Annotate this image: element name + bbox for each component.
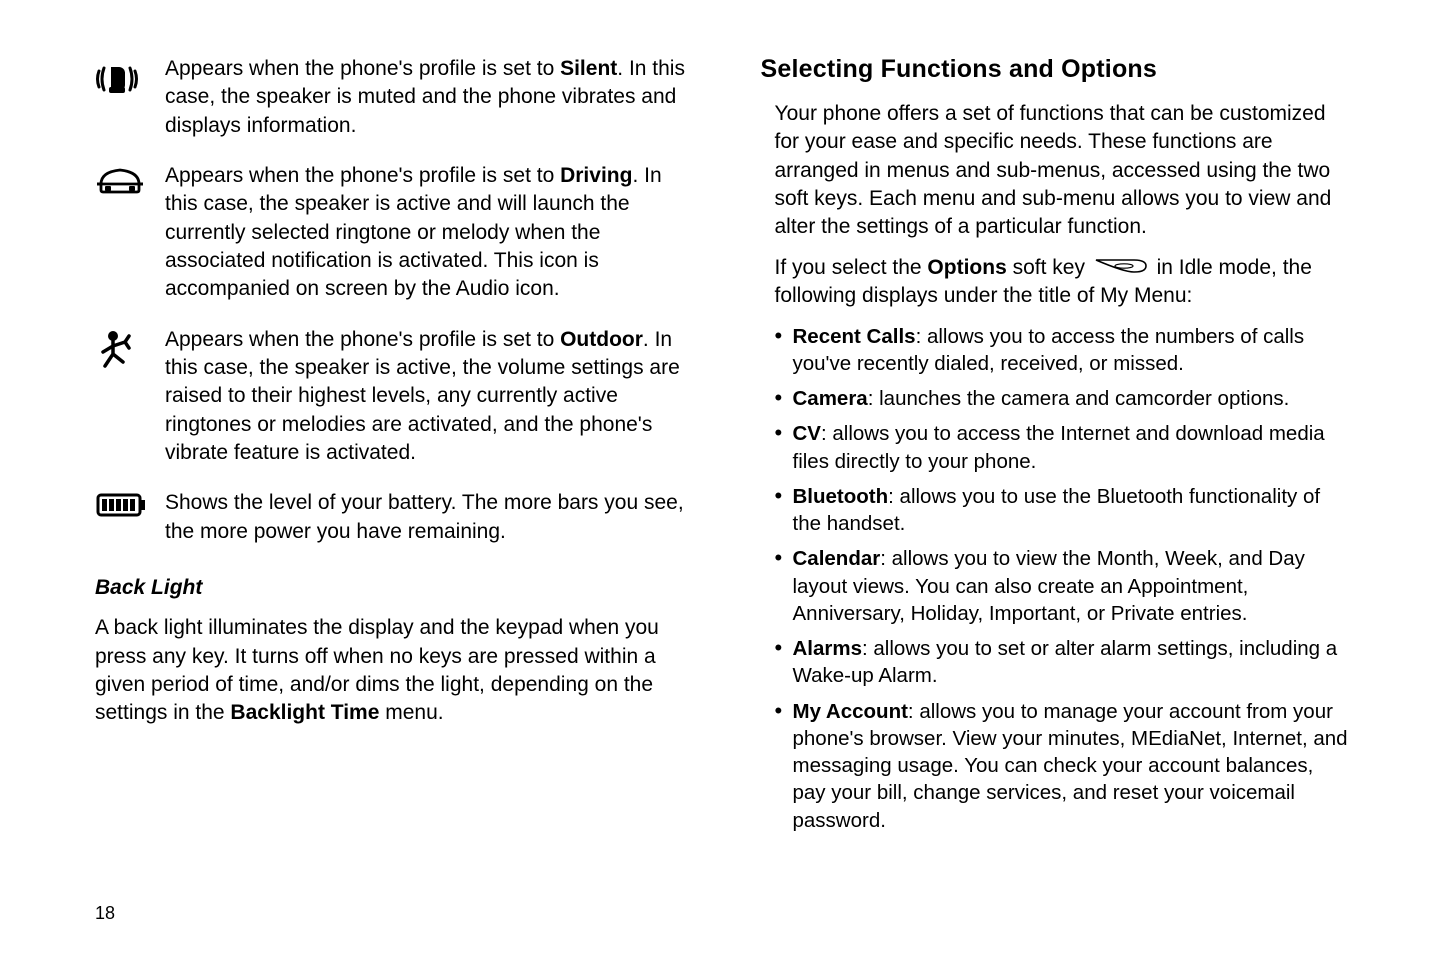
text: soft key	[1007, 256, 1091, 279]
right-column: Selecting Functions and Options Your pho…	[761, 55, 1352, 924]
backlight-paragraph: A back light illuminates the display and…	[95, 614, 686, 727]
icon-row-battery: Shows the level of your battery. The mor…	[95, 489, 686, 546]
bold: Backlight Time	[230, 701, 379, 724]
bullet-list: Recent Calls: allows you to access the n…	[775, 323, 1352, 834]
car-icon	[95, 162, 165, 198]
backlight-subhead: Back Light	[95, 576, 686, 600]
list-item: Recent Calls: allows you to access the n…	[775, 323, 1352, 378]
list-item: Camera: launches the camera and camcorde…	[775, 385, 1352, 412]
icon-row-outdoor: Appears when the phone's profile is set …	[95, 326, 686, 468]
softkey-icon	[1094, 254, 1148, 282]
silent-description: Appears when the phone's profile is set …	[165, 55, 686, 140]
page-number: 18	[95, 903, 115, 924]
bold: Alarms	[793, 637, 863, 660]
bold: Silent	[560, 57, 617, 80]
icon-row-driving: Appears when the phone's profile is set …	[95, 162, 686, 304]
text: Appears when the phone's profile is set …	[165, 164, 560, 187]
bold: CV	[793, 422, 821, 445]
bold: My Account	[793, 700, 908, 723]
list-item: CV: allows you to access the Internet an…	[775, 420, 1352, 475]
list-item: My Account: allows you to manage your ac…	[775, 698, 1352, 834]
battery-description: Shows the level of your battery. The mor…	[165, 489, 686, 546]
text: : allows you to set or alter alarm setti…	[793, 637, 1338, 687]
text: menu.	[379, 701, 443, 724]
driving-description: Appears when the phone's profile is set …	[165, 162, 686, 304]
list-item: Bluetooth: allows you to use the Bluetoo…	[775, 483, 1352, 538]
bold: Bluetooth	[793, 485, 889, 508]
icon-row-silent: Appears when the phone's profile is set …	[95, 55, 686, 140]
text: Appears when the phone's profile is set …	[165, 57, 560, 80]
section-heading: Selecting Functions and Options	[761, 55, 1352, 84]
bold: Driving	[560, 164, 632, 187]
outdoor-description: Appears when the phone's profile is set …	[165, 326, 686, 468]
list-item: Calendar: allows you to view the Month, …	[775, 545, 1352, 627]
intro-paragraph: Your phone offers a set of functions tha…	[775, 100, 1352, 242]
bold: Camera	[793, 387, 868, 410]
vibrate-icon	[95, 55, 165, 101]
bold: Recent Calls	[793, 325, 916, 348]
text: Shows the level of your battery. The mor…	[165, 491, 684, 542]
options-paragraph: If you select the Options soft key in Id…	[775, 254, 1352, 311]
list-item: Alarms: allows you to set or alter alarm…	[775, 635, 1352, 690]
left-column: Appears when the phone's profile is set …	[95, 55, 686, 924]
text: If you select the	[775, 256, 928, 279]
bold: Options	[927, 256, 1006, 279]
bold: Outdoor	[560, 328, 643, 351]
text: : launches the camera and camcorder opti…	[868, 387, 1290, 410]
bold: Calendar	[793, 547, 881, 570]
outdoor-icon	[95, 326, 165, 372]
battery-icon	[95, 489, 165, 519]
right-body: Your phone offers a set of functions tha…	[761, 100, 1352, 842]
text: Appears when the phone's profile is set …	[165, 328, 560, 351]
text: : allows you to access the Internet and …	[793, 422, 1325, 472]
